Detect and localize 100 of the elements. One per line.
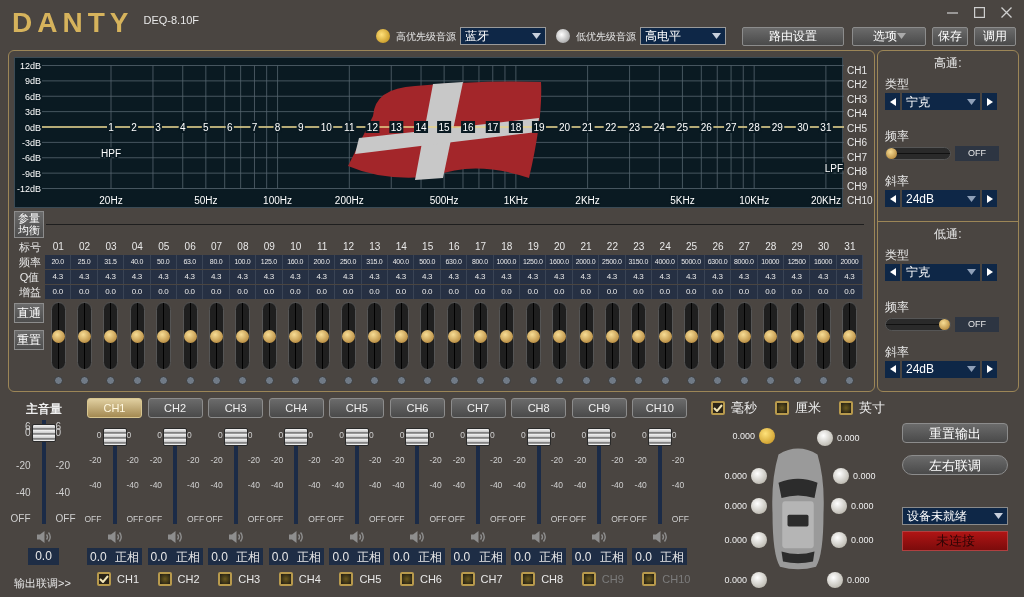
slider-knob[interactable] (939, 318, 950, 330)
eq-slider-track[interactable] (472, 302, 488, 370)
slider-knob[interactable] (447, 329, 461, 343)
fader-knob[interactable] (405, 428, 430, 446)
slider-knob[interactable] (843, 329, 857, 343)
eq-slider-track[interactable] (842, 302, 858, 370)
slider-knob[interactable] (500, 329, 514, 343)
filter-dropdown[interactable]: 宁克 (902, 93, 980, 110)
slider-knob[interactable] (553, 329, 567, 343)
device-dropdown[interactable]: 设备未就绪 (902, 507, 1008, 525)
eq-slider-track[interactable] (156, 302, 172, 370)
slider-knob[interactable] (421, 329, 435, 343)
previous-button[interactable] (885, 360, 900, 378)
speaker-icon[interactable] (35, 530, 52, 544)
speaker-position-button[interactable] (751, 532, 767, 548)
eq-slider-track[interactable] (710, 302, 726, 370)
speaker-position-button[interactable] (759, 428, 775, 444)
fader-knob[interactable] (344, 428, 369, 446)
checkbox[interactable] (218, 572, 233, 587)
channel-tab[interactable]: CH7 (450, 398, 506, 418)
checkbox[interactable] (460, 572, 475, 587)
eq-slider-track[interactable] (552, 302, 568, 370)
slider-knob[interactable] (104, 329, 118, 343)
eq-slider-track[interactable] (129, 302, 145, 370)
eq-slider-track[interactable] (684, 302, 700, 370)
channel-tab[interactable]: CH4 (268, 398, 324, 418)
slider-knob[interactable] (289, 329, 303, 343)
slider-knob[interactable] (632, 329, 646, 343)
source-dropdown[interactable]: 蓝牙 (460, 27, 546, 45)
eq-slider-track[interactable] (420, 302, 436, 370)
fader-knob[interactable] (466, 428, 491, 446)
checkbox[interactable] (399, 572, 414, 587)
checkbox[interactable] (97, 572, 111, 587)
eq-slider-track[interactable] (816, 302, 831, 370)
eq-slider-track[interactable] (578, 302, 594, 370)
slider-knob[interactable] (658, 329, 672, 343)
next-button[interactable] (982, 263, 997, 281)
next-button[interactable] (982, 93, 997, 110)
toolbar-button[interactable]: 路由设置 (742, 26, 844, 46)
maximize-icon[interactable] (974, 6, 985, 18)
frequency-slider-track[interactable] (885, 147, 951, 160)
checkbox[interactable] (839, 401, 853, 415)
channel-tab[interactable]: CH2 (147, 398, 203, 418)
slider-knob[interactable] (605, 329, 619, 343)
slider-knob[interactable] (236, 329, 250, 343)
speaker-icon[interactable] (591, 530, 608, 544)
slider-knob[interactable] (394, 329, 408, 343)
checkbox[interactable] (339, 572, 354, 587)
fader-knob[interactable] (587, 428, 612, 446)
toolbar-button[interactable]: 保存 (932, 26, 968, 46)
eq-slider-track[interactable] (393, 302, 409, 370)
fader-knob[interactable] (102, 428, 127, 446)
slider-knob[interactable] (579, 329, 593, 343)
eq-slider-track[interactable] (209, 302, 225, 370)
previous-button[interactable] (885, 93, 900, 110)
speaker-position-button[interactable] (751, 468, 767, 484)
frequency-slider-track[interactable] (885, 317, 951, 331)
channel-tab[interactable]: CH10 (632, 398, 688, 418)
channel-tab[interactable]: CH6 (389, 398, 445, 418)
speaker-position-button[interactable] (817, 430, 833, 446)
checkbox[interactable] (775, 401, 789, 415)
speaker-icon[interactable] (167, 530, 184, 544)
filter-dropdown[interactable]: 宁克 (902, 263, 980, 281)
output-action-button[interactable]: 左右联调 (902, 455, 1008, 475)
speaker-icon[interactable] (288, 530, 305, 544)
slider-knob[interactable] (886, 148, 897, 159)
eq-slider-track[interactable] (341, 302, 356, 370)
channel-tab[interactable]: CH3 (208, 398, 264, 418)
next-button[interactable] (982, 360, 997, 378)
previous-button[interactable] (885, 263, 900, 281)
eq-slider-track[interactable] (77, 302, 93, 370)
speaker-position-button[interactable] (833, 468, 849, 484)
speaker-icon[interactable] (409, 530, 426, 544)
previous-button[interactable] (885, 190, 900, 207)
eq-action-button[interactable]: 重置 (14, 330, 44, 350)
speaker-position-button[interactable] (751, 498, 767, 514)
slider-knob[interactable] (51, 329, 65, 343)
slider-knob[interactable] (526, 329, 540, 343)
speaker-position-button[interactable] (831, 498, 847, 514)
slider-knob[interactable] (711, 329, 725, 343)
checkbox[interactable] (711, 401, 725, 415)
fader-knob[interactable] (163, 428, 188, 446)
slider-knob[interactable] (157, 329, 171, 343)
eq-slider-track[interactable] (604, 302, 620, 370)
checkbox[interactable] (278, 572, 293, 587)
eq-slider-track[interactable] (446, 302, 462, 370)
slider-knob[interactable] (473, 329, 487, 343)
slider-knob[interactable] (737, 329, 751, 343)
slider-knob[interactable] (790, 329, 804, 343)
slider-knob[interactable] (764, 329, 778, 343)
eq-slider-track[interactable] (50, 302, 66, 370)
output-action-button[interactable]: 重置输出 (902, 423, 1008, 443)
slider-knob[interactable] (315, 329, 329, 343)
slider-knob[interactable] (368, 329, 382, 343)
filter-dropdown[interactable]: 24dB (902, 190, 980, 207)
eq-slider-track[interactable] (367, 302, 383, 370)
slider-knob[interactable] (130, 329, 144, 343)
channel-tab[interactable]: CH5 (329, 398, 385, 418)
eq-slider-track[interactable] (288, 302, 304, 370)
speaker-icon[interactable] (106, 530, 123, 544)
